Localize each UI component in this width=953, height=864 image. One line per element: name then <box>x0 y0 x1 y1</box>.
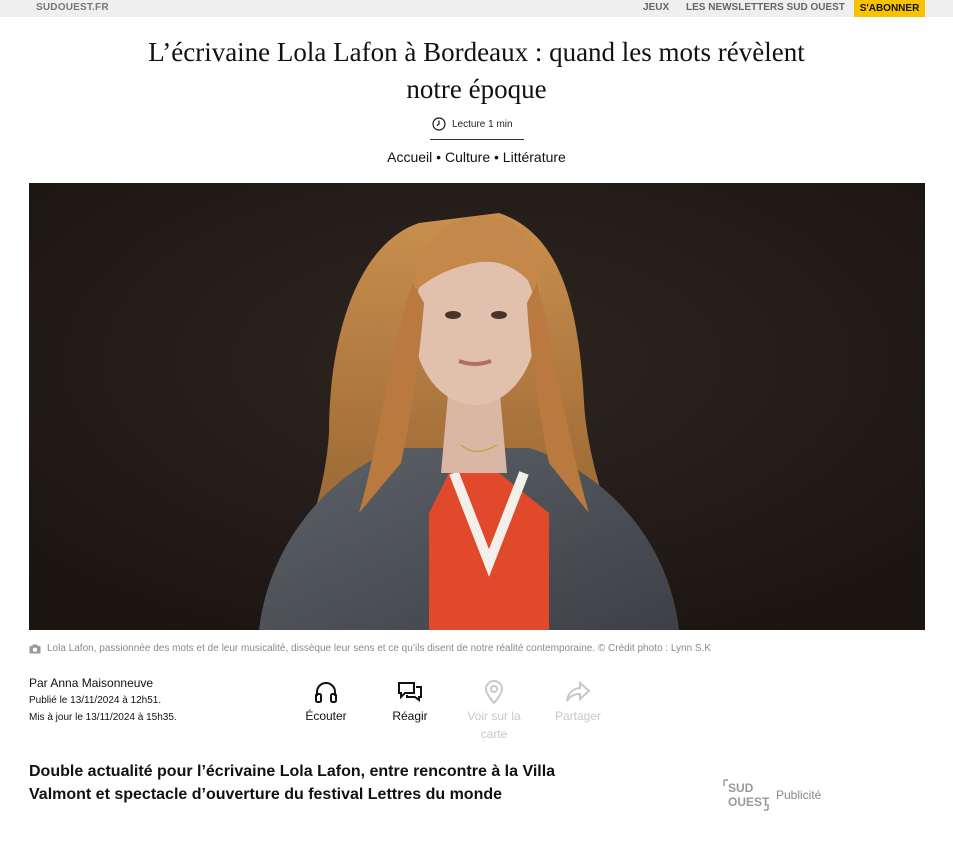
react-label: Réagir <box>392 709 428 723</box>
map-button[interactable]: Voir sur la carte <box>459 680 529 743</box>
map-label: Voir sur la carte <box>467 709 521 741</box>
subscribe-button[interactable]: S'ABONNER <box>854 0 925 17</box>
divider <box>430 139 524 140</box>
breadcrumb-item-litterature[interactable]: Littérature <box>503 149 566 165</box>
ad-slot: SUD OUEST Publicité <box>722 778 821 812</box>
map-pin-icon <box>484 680 504 704</box>
share-icon <box>566 680 591 702</box>
nav-link-jeux[interactable]: JEUX <box>643 2 669 13</box>
clock-icon <box>432 117 446 131</box>
reading-time-label: Lecture 1 min <box>452 118 513 130</box>
breadcrumb-item-culture[interactable]: Culture <box>445 149 490 165</box>
comments-icon <box>398 682 422 702</box>
published-date: Publié le 13/11/2024 à 12h51. <box>29 695 162 706</box>
reading-time: Lecture 1 min <box>432 116 513 132</box>
caption-text: Lola Lafon, passionnée des mots et de le… <box>47 643 712 654</box>
share-label: Partager <box>554 709 602 723</box>
breadcrumb: Accueil • Culture • Littérature <box>0 149 953 165</box>
photo-caption: Lola Lafon, passionnée des mots et de le… <box>29 643 711 654</box>
breadcrumb-separator: • <box>494 149 499 165</box>
article-title: L’écrivaine Lola Lafon à Bordeaux : quan… <box>148 37 805 104</box>
listen-button[interactable]: Écouter <box>291 680 361 725</box>
svg-text:OUEST: OUEST <box>728 795 770 809</box>
site-brand-link[interactable]: SUDOUEST.FR <box>36 2 109 13</box>
camera-icon <box>29 644 41 653</box>
portrait-illustration <box>29 183 925 630</box>
breadcrumb-item-accueil[interactable]: Accueil <box>387 149 432 165</box>
updated-date: Mis à jour le 13/11/2024 à 15h35. <box>29 712 177 723</box>
sud-ouest-logo: SUD OUEST <box>723 779 770 811</box>
headphones-icon <box>315 682 337 703</box>
ad-label: Publicité <box>776 788 822 802</box>
breadcrumb-separator: • <box>436 149 442 165</box>
article-lead: Double actualité pour l’écrivaine Lola L… <box>29 763 556 803</box>
listen-label: Écouter <box>305 709 347 723</box>
share-button[interactable]: Partager <box>543 680 613 725</box>
react-button[interactable]: Réagir <box>375 680 445 725</box>
nav-link-newsletters[interactable]: LES NEWSLETTERS SUD OUEST <box>686 2 845 13</box>
top-bar: SUDOUEST.FR JEUX LES NEWSLETTERS SUD OUE… <box>0 0 953 17</box>
svg-text:SUD: SUD <box>728 781 754 795</box>
author-name[interactable]: Par Anna Maisonneuve <box>29 676 153 690</box>
article-photo <box>29 183 925 630</box>
